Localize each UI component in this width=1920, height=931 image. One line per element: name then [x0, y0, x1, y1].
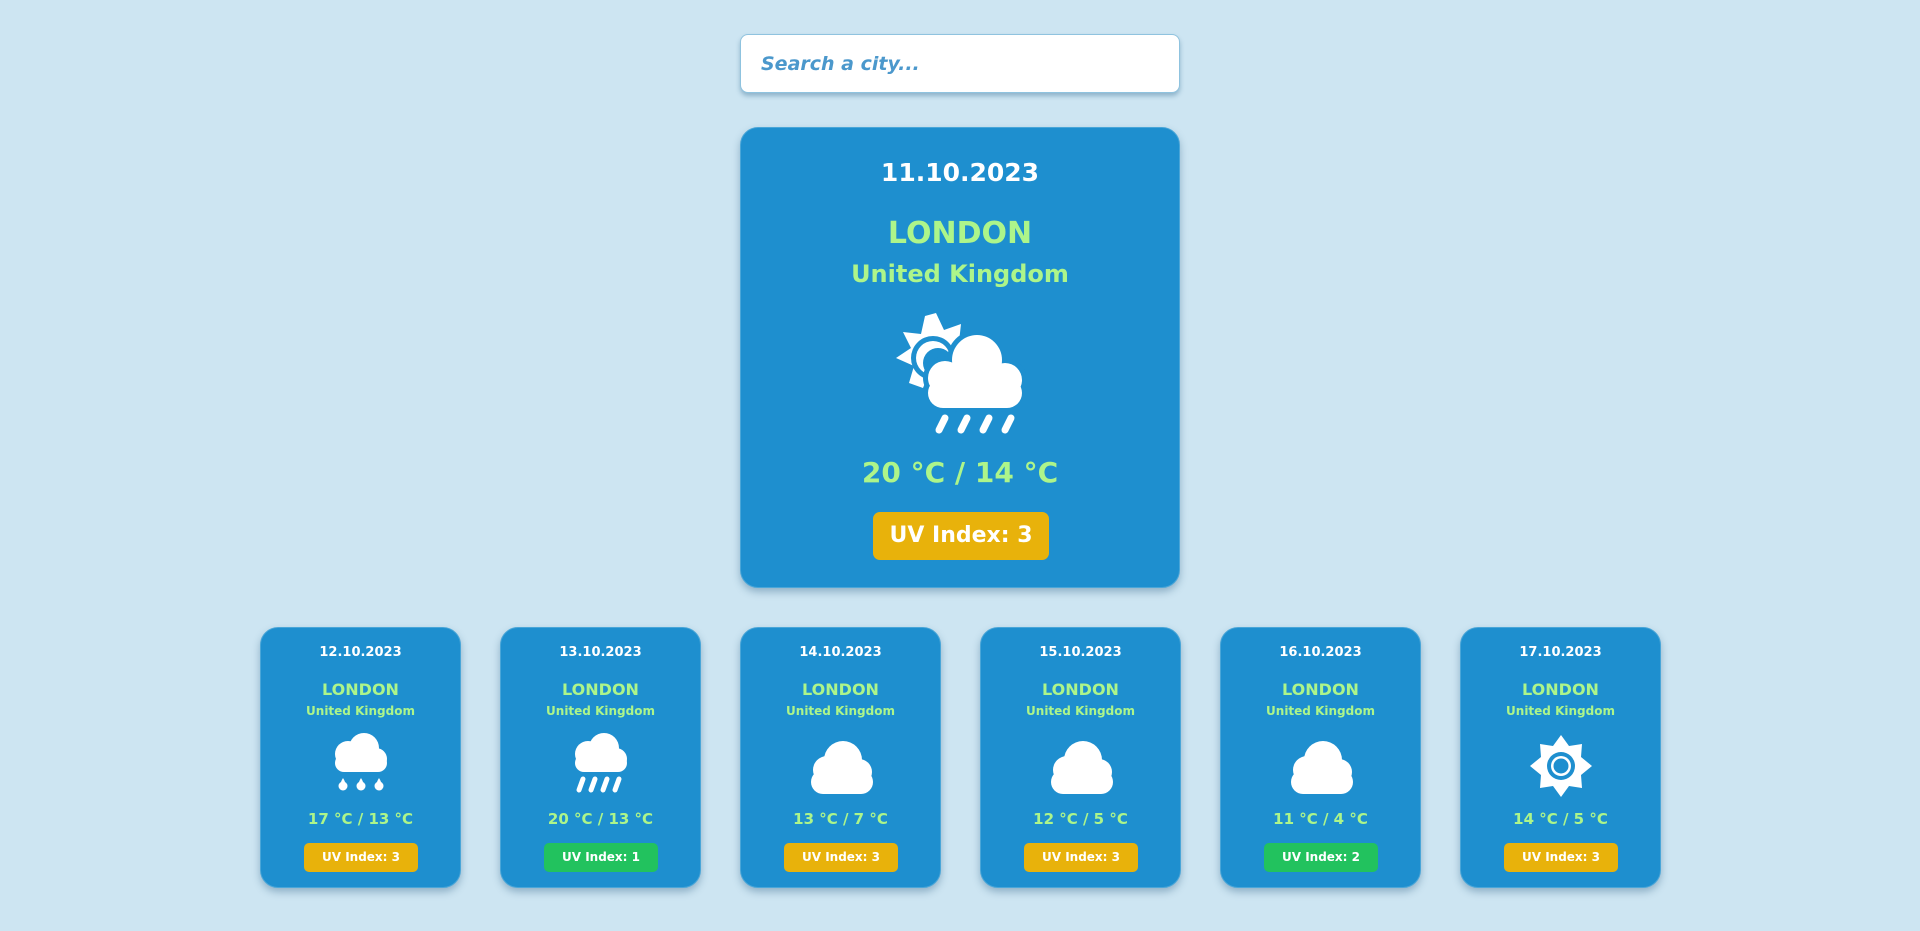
forecast-country: United Kingdom: [306, 704, 415, 718]
uv-index-badge: UV Index: 3: [1024, 843, 1138, 872]
current-weather-card[interactable]: 11.10.2023 LONDON United Kingdom 20 °C /…: [740, 127, 1180, 588]
forecast-country: United Kingdom: [1266, 704, 1375, 718]
forecast-card[interactable]: 12.10.2023 LONDON United Kingdom 17 °C /…: [260, 627, 461, 888]
forecast-country: United Kingdom: [546, 704, 655, 718]
uv-index-badge: UV Index: 3: [784, 843, 898, 872]
sun-cloud-rain-icon: [881, 308, 1041, 438]
forecast-temperature: 12 °C / 5 °C: [1033, 810, 1128, 828]
uv-index-badge: UV Index: 3: [304, 843, 418, 872]
uv-index-badge: UV Index: 3: [873, 512, 1049, 560]
current-country: United Kingdom: [851, 260, 1069, 288]
forecast-city: LONDON: [1522, 680, 1599, 699]
forecast-country: United Kingdom: [1506, 704, 1615, 718]
forecast-city: LONDON: [562, 680, 639, 699]
forecast-date: 15.10.2023: [1039, 645, 1122, 660]
forecast-card[interactable]: 17.10.2023 LONDON United Kingdom 14 °C /…: [1460, 627, 1661, 888]
forecast-date: 13.10.2023: [559, 645, 642, 660]
cloud-icon: [1041, 732, 1121, 800]
forecast-date: 17.10.2023: [1519, 645, 1602, 660]
forecast-city: LONDON: [802, 680, 879, 699]
search-input[interactable]: [740, 34, 1180, 93]
forecast-country: United Kingdom: [1026, 704, 1135, 718]
forecast-temperature: 13 °C / 7 °C: [793, 810, 888, 828]
forecast-temperature: 17 °C / 13 °C: [307, 810, 414, 828]
forecast-card[interactable]: 16.10.2023 LONDON United Kingdom 11 °C /…: [1220, 627, 1421, 888]
forecast-country: United Kingdom: [786, 704, 895, 718]
uv-index-badge: UV Index: 3: [1504, 843, 1618, 872]
cloud-icon: [1281, 732, 1361, 800]
cloud-rain-icon: [561, 732, 641, 800]
search-bar: [740, 34, 1180, 93]
forecast-date: 14.10.2023: [799, 645, 882, 660]
forecast-temperature: 11 °C / 4 °C: [1273, 810, 1368, 828]
sun-icon: [1521, 732, 1601, 800]
forecast-date: 12.10.2023: [319, 645, 402, 660]
forecast-city: LONDON: [322, 680, 399, 699]
current-city: LONDON: [887, 216, 1033, 251]
forecast-city: LONDON: [1282, 680, 1359, 699]
cloud-icon: [801, 732, 881, 800]
forecast-temperature: 14 °C / 5 °C: [1513, 810, 1608, 828]
forecast-temperature: 20 °C / 13 °C: [547, 810, 654, 828]
current-temperature: 20 °C / 14 °C: [861, 456, 1059, 489]
forecast-card[interactable]: 13.10.2023 LONDON United Kingdom 20 °C /…: [500, 627, 701, 888]
uv-index-badge: UV Index: 1: [544, 843, 658, 872]
forecast-city: LONDON: [1042, 680, 1119, 699]
forecast-date: 16.10.2023: [1279, 645, 1362, 660]
forecast-card[interactable]: 14.10.2023 LONDON United Kingdom 13 °C /…: [740, 627, 941, 888]
forecast-card[interactable]: 15.10.2023 LONDON United Kingdom 12 °C /…: [980, 627, 1181, 888]
current-date: 11.10.2023: [880, 158, 1040, 187]
uv-index-badge: UV Index: 2: [1264, 843, 1378, 872]
cloud-drizzle-icon: [321, 732, 401, 800]
